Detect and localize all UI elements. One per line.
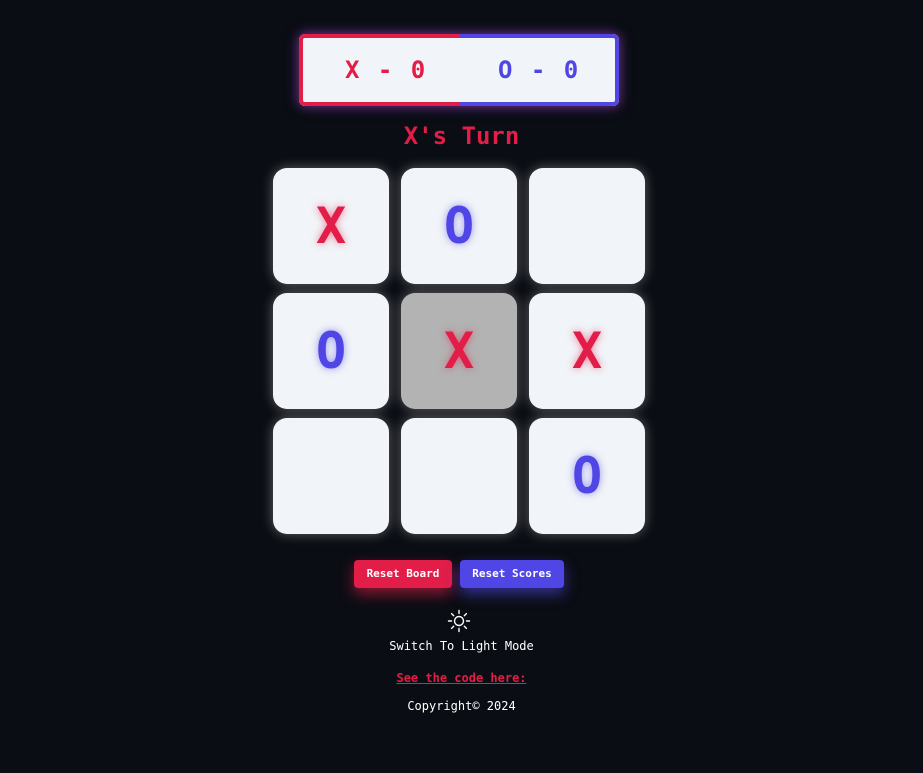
cell-mark: X [315, 197, 347, 255]
board-cell-1[interactable]: X [273, 168, 389, 284]
game-board: X O O X X O [273, 168, 645, 534]
reset-board-button[interactable]: Reset Board [354, 560, 452, 588]
cell-mark: X [571, 322, 603, 380]
board-cell-6[interactable]: X [529, 293, 645, 409]
cell-mark: X [443, 322, 475, 380]
source-code-link[interactable]: See the code here: [0, 671, 923, 685]
game-page: X - 0 O - 0 X's Turn X O O X X O Reset B… [0, 0, 923, 773]
theme-toggle-label[interactable]: Switch To Light Mode [0, 639, 923, 653]
board-cell-7[interactable] [273, 418, 389, 534]
board-cell-4[interactable]: O [273, 293, 389, 409]
reset-scores-button[interactable]: Reset Scores [460, 560, 564, 588]
turn-indicator: X's Turn [403, 122, 520, 150]
cell-mark: O [315, 322, 347, 380]
score-o: O - 0 [498, 56, 581, 84]
board-cell-3[interactable] [529, 168, 645, 284]
board-cell-9[interactable]: O [529, 418, 645, 534]
cell-mark: O [571, 447, 603, 505]
cell-mark: O [443, 197, 475, 255]
sun-icon[interactable] [447, 609, 471, 633]
score-x: X - 0 [345, 56, 428, 84]
copyright-text: Copyright© 2024 [407, 699, 516, 713]
scoreboard: X - 0 O - 0 [299, 34, 619, 106]
board-cell-2[interactable]: O [401, 168, 517, 284]
board-cell-5[interactable]: X [401, 293, 517, 409]
board-cell-8[interactable] [401, 418, 517, 534]
